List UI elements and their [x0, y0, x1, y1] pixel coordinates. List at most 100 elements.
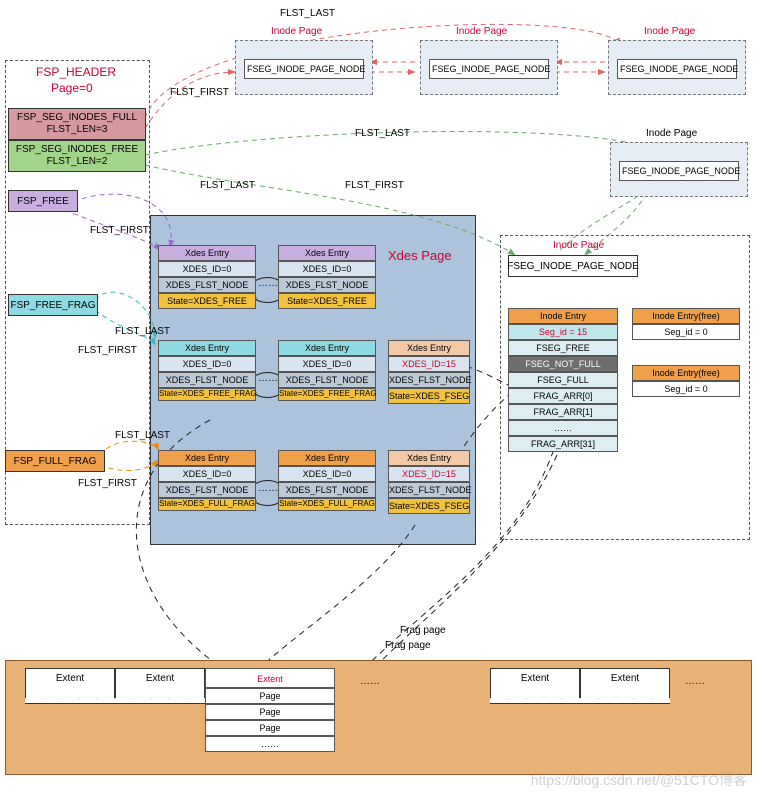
extent-dots-1: …… — [360, 676, 380, 687]
inode-page-title-2: Inode Page — [456, 26, 507, 37]
inode-page-3: Inode Page FSEG_INODE_PAGE_NODE — [608, 40, 746, 95]
fsp-full-l1: FSP_SEG_INODES_FULL — [17, 112, 137, 124]
r1c1-state: State=XDES_FREE — [158, 293, 256, 309]
r3c1-id: XDES_ID=0 — [158, 466, 256, 482]
flst-last-orange: FLST_LAST — [115, 430, 170, 441]
page-1: Page — [205, 688, 335, 704]
fseg2-state: State=XDES_FSEG — [388, 498, 470, 514]
r1c1-node: XDES_FLST_NODE — [158, 277, 256, 293]
inode-entry-free-1: Inode Entry(free) Seg_id = 0 — [632, 308, 740, 340]
r2c2-title: Xdes Entry — [278, 340, 376, 356]
flst-last-green: FLST_LAST — [355, 128, 410, 139]
ie-frag31: FRAG_ARR[31] — [508, 436, 618, 452]
xdes-entry-r3c1: Xdes Entry XDES_ID=0 XDES_FLST_NODE Stat… — [158, 450, 256, 511]
flst-last-purple: FLST_LAST — [200, 180, 255, 191]
ief2-seg: Seg_id = 0 — [632, 381, 740, 397]
flst-last-top: FLST_LAST — [280, 8, 335, 19]
fseg2-node: XDES_FLST_NODE — [388, 482, 470, 498]
inode-page-4: Inode Page FSEG_INODE_PAGE_NODE — [610, 142, 748, 197]
ief1-title: Inode Entry(free) — [632, 308, 740, 324]
fseg1-node: XDES_FLST_NODE — [388, 372, 470, 388]
r3c2-title: Xdes Entry — [278, 450, 376, 466]
r2c1-title: Xdes Entry — [158, 340, 256, 356]
inode-inner-4: FSEG_INODE_PAGE_NODE — [619, 161, 739, 181]
ie-free: FSEG_FREE — [508, 340, 618, 356]
inode-entry: Inode Entry Seg_id = 15 FSEG_FREE FSEG_N… — [508, 308, 618, 452]
xdes-entry-r2c2: Xdes Entry XDES_ID=0 XDES_FLST_NODE Stat… — [278, 340, 376, 401]
inode-page-title-4: Inode Page — [646, 128, 697, 139]
inode-page-2: Inode Page FSEG_INODE_PAGE_NODE — [420, 40, 558, 95]
extent-dots-2: …… — [685, 676, 705, 687]
extent-1: Extent — [25, 668, 115, 698]
extent-red: Extent — [205, 668, 335, 688]
flst-first-cyan: FLST_FIRST — [78, 345, 137, 356]
ie-title: Inode Entry — [508, 308, 618, 324]
fseg2-title: Xdes Entry — [388, 450, 470, 466]
extent-5: Extent — [580, 668, 670, 698]
fsp-seg-inodes-full: FSP_SEG_INODES_FULL FLST_LEN=3 — [8, 108, 146, 140]
xdes-page-title: Xdes Page — [388, 248, 452, 263]
r3c2-node: XDES_FLST_NODE — [278, 482, 376, 498]
xdes-entry-r3c2: Xdes Entry XDES_ID=0 XDES_FLST_NODE Stat… — [278, 450, 376, 511]
fseg2-id: XDES_ID=15 — [388, 466, 470, 482]
ief1-seg: Seg_id = 0 — [632, 324, 740, 340]
ief2-title: Inode Entry(free) — [632, 365, 740, 381]
fsp-free: FSP_FREE — [8, 190, 78, 212]
fsp-free-l2: FLST_LEN=2 — [47, 156, 108, 168]
inode-inner-2: FSEG_INODE_PAGE_NODE — [429, 59, 549, 79]
extent-2: Extent — [115, 668, 205, 698]
xdes-entry-r2c1: Xdes Entry XDES_ID=0 XDES_FLST_NODE Stat… — [158, 340, 256, 401]
inode-inner-3: FSEG_INODE_PAGE_NODE — [617, 59, 737, 79]
frag-page-2: Frag page — [385, 640, 431, 651]
r3c1-node: XDES_FLST_NODE — [158, 482, 256, 498]
inode-panel-inner: FSEG_INODE_PAGE_NODE — [508, 255, 638, 277]
ie-frag1: FRAG_ARR[1] — [508, 404, 618, 420]
xdes-entry-r1c2: Xdes Entry XDES_ID=0 XDES_FLST_NODE Stat… — [278, 245, 376, 309]
fsp-header-title: FSP_HEADER — [36, 65, 116, 79]
dots-r3: …… — [258, 483, 278, 494]
page-2: Page — [205, 704, 335, 720]
r3c1-state: State=XDES_FULL_FRAG — [158, 498, 256, 511]
inode-panel-title: Inode Page — [553, 240, 604, 251]
r2c1-id: XDES_ID=0 — [158, 356, 256, 372]
frag-page-1: Frag page — [400, 625, 446, 636]
flst-last-cyan: FLST_LAST — [115, 326, 170, 337]
r1c1-title: Xdes Entry — [158, 245, 256, 261]
fsp-seg-inodes-free: FSP_SEG_INODES_FREE FLST_LEN=2 — [8, 140, 146, 172]
r1c2-node: XDES_FLST_NODE — [278, 277, 376, 293]
ie-frag0: FRAG_ARR[0] — [508, 388, 618, 404]
inode-page-title-3: Inode Page — [644, 26, 695, 37]
fseg1-title: Xdes Entry — [388, 340, 470, 356]
fsp-free-l1: FSP_SEG_INODES_FREE — [16, 144, 138, 156]
inode-page-title-1: Inode Page — [271, 26, 322, 37]
dots-r1: …… — [258, 278, 278, 289]
fsp-full-frag: FSP_FULL_FRAG — [5, 450, 105, 472]
r3c2-id: XDES_ID=0 — [278, 466, 376, 482]
inode-entry-free-2: Inode Entry(free) Seg_id = 0 — [632, 365, 740, 397]
r1c1-id: XDES_ID=0 — [158, 261, 256, 277]
r3c2-state: State=XDES_FULL_FRAG — [278, 498, 376, 511]
page-3: Page — [205, 720, 335, 736]
flst-first-purple: FLST_FIRST — [90, 225, 149, 236]
r2c1-state: State=XDES_FREE_FRAG — [158, 388, 256, 401]
flst-first-orange: FLST_FIRST — [78, 478, 137, 489]
r2c1-node: XDES_FLST_NODE — [158, 372, 256, 388]
flst-first-green: FLST_FIRST — [345, 180, 404, 191]
r3c1-title: Xdes Entry — [158, 450, 256, 466]
r2c2-id: XDES_ID=0 — [278, 356, 376, 372]
r1c2-state: State=XDES_FREE — [278, 293, 376, 309]
fsp-header-subtitle: Page=0 — [51, 81, 93, 95]
dots-r2: …… — [258, 373, 278, 384]
page-dots: …… — [205, 736, 335, 752]
inode-inner-1: FSEG_INODE_PAGE_NODE — [244, 59, 364, 79]
fseg1-id: XDES_ID=15 — [388, 356, 470, 372]
fseg1-state: State=XDES_FSEG — [388, 388, 470, 404]
extent-4: Extent — [490, 668, 580, 698]
r1c2-id: XDES_ID=0 — [278, 261, 376, 277]
ie-seg: Seg_id = 15 — [508, 324, 618, 340]
xdes-entry-fseg2: Xdes Entry XDES_ID=15 XDES_FLST_NODE Sta… — [388, 450, 470, 514]
r2c2-state: State=XDES_FREE_FRAG — [278, 388, 376, 401]
inode-page-1: Inode Page FSEG_INODE_PAGE_NODE — [235, 40, 373, 95]
extent-pages: Extent Page Page Page …… — [205, 668, 335, 752]
fsp-free-frag: FSP_FREE_FRAG — [8, 294, 98, 316]
